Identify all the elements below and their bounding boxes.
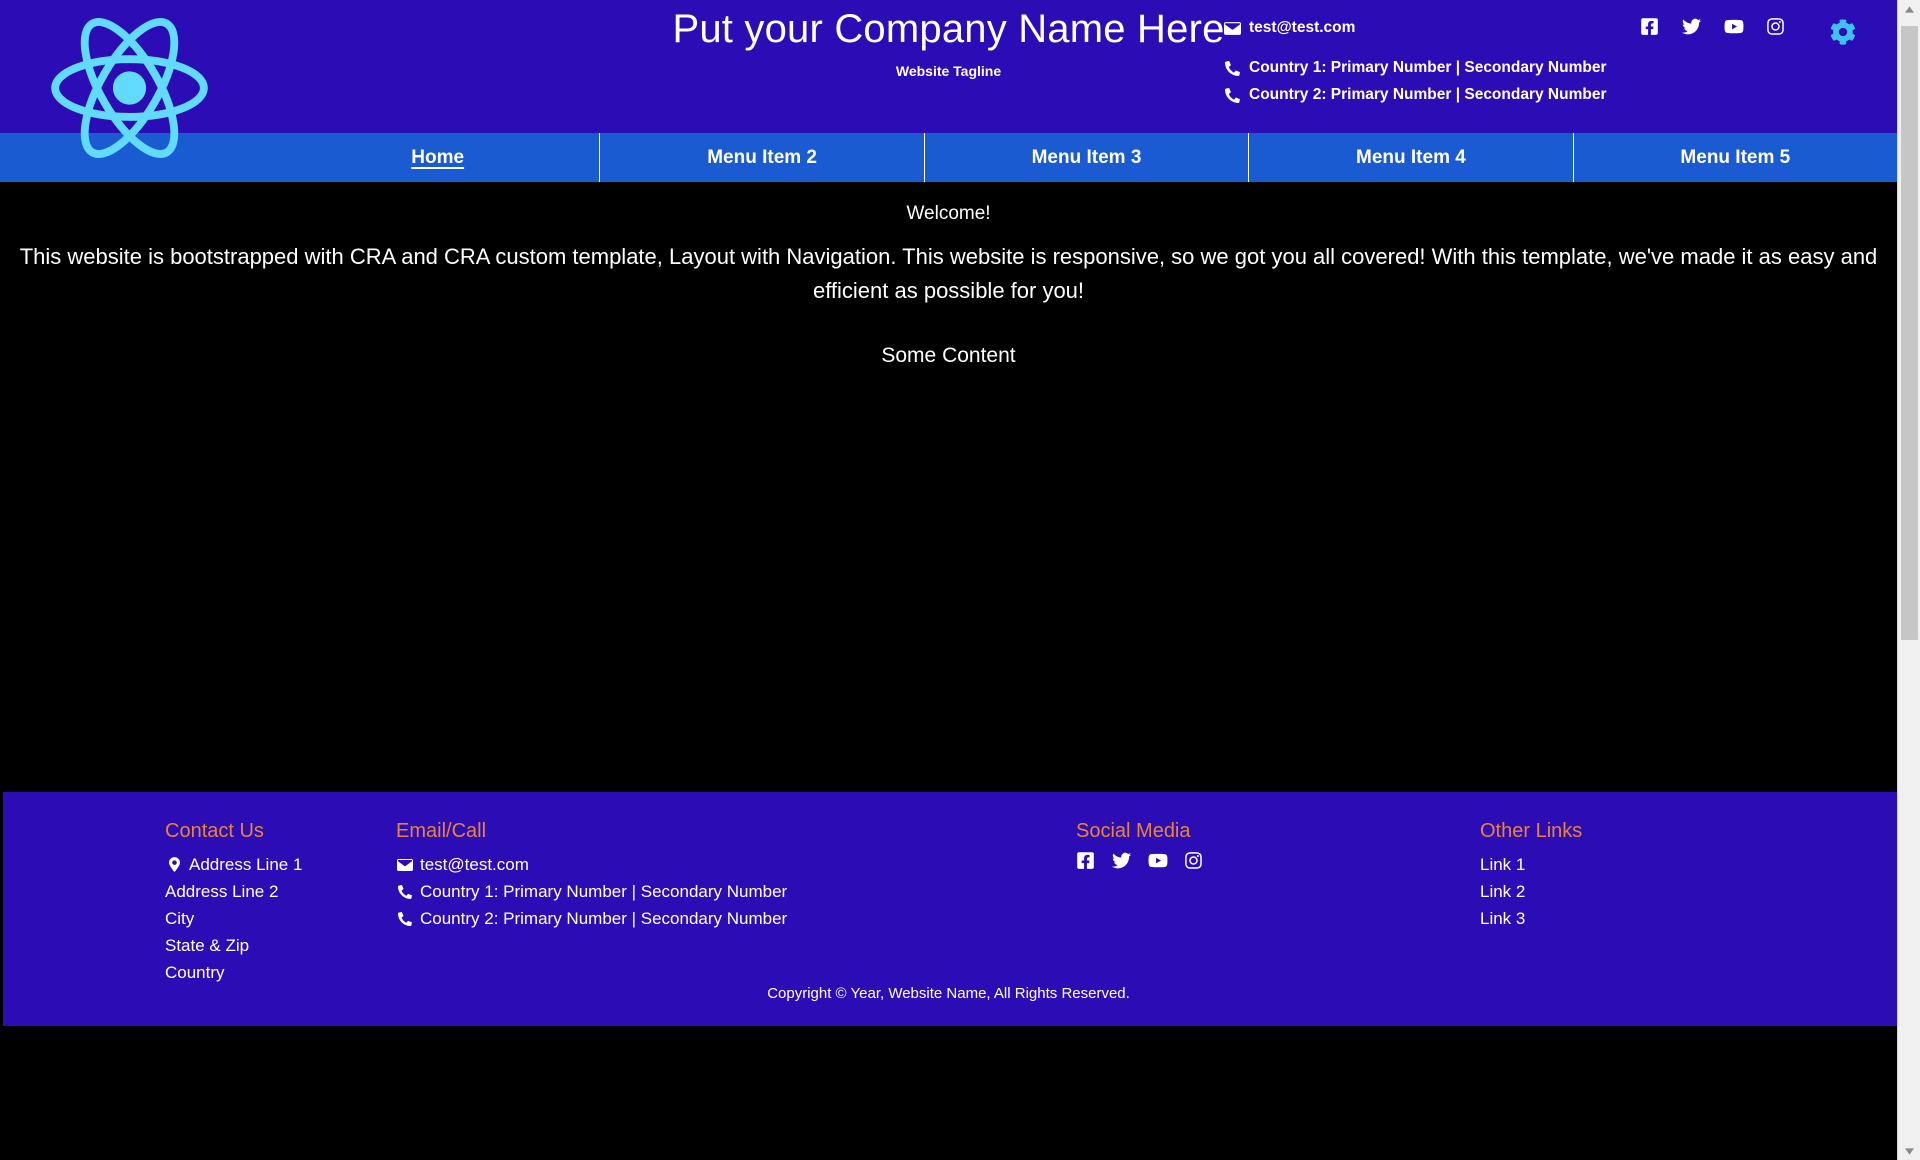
footer-phone-text-1: Country 1: Primary Number | Secondary Nu… xyxy=(420,882,788,901)
footer-columns: Contact Us Address Line 1 Address Line 2… xyxy=(0,818,1897,986)
nav-item-label: Menu Item 2 xyxy=(707,146,818,168)
header-social-links xyxy=(1640,17,1785,36)
facebook-icon[interactable] xyxy=(1640,17,1659,36)
twitter-icon[interactable] xyxy=(1111,851,1132,870)
youtube-icon[interactable] xyxy=(1724,17,1744,36)
footer-country-text: Country xyxy=(165,963,225,982)
footer-country: Country xyxy=(165,959,396,986)
nav-item-label: Menu Item 5 xyxy=(1680,146,1791,168)
footer-address-text-1: Address Line 1 xyxy=(189,855,303,874)
footer-heading-social-media: Social Media xyxy=(1076,820,1191,842)
site-header: Put your Company Name Here Website Tagli… xyxy=(0,0,1897,158)
phone-icon xyxy=(396,911,414,926)
browser-viewport: Put your Company Name Here Website Tagli… xyxy=(0,0,1897,1160)
footer-email-line[interactable]: test@test.com xyxy=(396,851,1076,878)
footer-phone-text-2: Country 2: Primary Number | Secondary Nu… xyxy=(420,909,788,928)
footer-column-social-media: Social Media xyxy=(1076,818,1480,870)
header-email-text: test@test.com xyxy=(1249,19,1356,36)
header-phone-text-2: Country 2: Primary Number | Secondary Nu… xyxy=(1249,86,1607,103)
nav-item-menu-item-5[interactable]: Menu Item 5 xyxy=(1572,133,1897,182)
website-tagline: Website Tagline xyxy=(895,63,1002,79)
footer-social-icons xyxy=(1076,851,1480,870)
footer-city: City xyxy=(165,905,396,932)
nav-item-label: Home xyxy=(411,146,465,168)
welcome-title: Welcome! xyxy=(906,203,991,224)
map-marker-icon xyxy=(165,857,183,872)
site-footer: Contact Us Address Line 1 Address Line 2… xyxy=(0,792,1897,1026)
footer-column-other-links: Other Links Link 1 Link 2 Link 3 xyxy=(1480,818,1897,932)
footer-address-line-2: Address Line 2 xyxy=(165,878,396,905)
footer-state-zip-text: State & Zip xyxy=(165,936,250,955)
footer-column-email-call: Email/Call test@test.com Country 1: Prim… xyxy=(396,818,1076,932)
envelope-icon xyxy=(396,858,414,871)
footer-address-line-1: Address Line 1 xyxy=(165,851,396,878)
content-filler xyxy=(14,370,1883,690)
footer-link-3[interactable]: Link 3 xyxy=(1480,905,1897,932)
header-phone-line-1[interactable]: Country 1: Primary Number | Secondary Nu… xyxy=(1222,56,1606,80)
company-name: Put your Company Name Here xyxy=(672,7,1225,51)
instagram-icon[interactable] xyxy=(1766,17,1785,36)
page-root: Put your Company Name Here Website Tagli… xyxy=(0,0,1920,1160)
facebook-icon[interactable] xyxy=(1076,851,1095,870)
react-logo-icon[interactable] xyxy=(42,8,217,168)
viewport-left-edge xyxy=(0,638,3,1160)
footer-address-text-2: Address Line 2 xyxy=(165,882,279,901)
footer-phone-line-2[interactable]: Country 2: Primary Number | Secondary Nu… xyxy=(396,905,1076,932)
main-navigation: Home Menu Item 2 Menu Item 3 Menu Item 4… xyxy=(0,133,1897,182)
footer-heading-contact: Contact Us xyxy=(165,820,264,842)
scroll-down-arrow-icon[interactable] xyxy=(1898,1142,1920,1160)
nav-item-label: Menu Item 3 xyxy=(1031,146,1142,168)
scroll-up-arrow-icon[interactable] xyxy=(1898,0,1920,18)
nav-item-menu-item-4[interactable]: Menu Item 4 xyxy=(1248,133,1572,182)
phone-icon xyxy=(1222,60,1242,76)
header-phone-line-2[interactable]: Country 2: Primary Number | Secondary Nu… xyxy=(1222,83,1606,107)
nav-item-menu-item-3[interactable]: Menu Item 3 xyxy=(923,133,1248,182)
youtube-icon[interactable] xyxy=(1148,851,1168,870)
header-contact-info: test@test.com Country 1: Primary Number … xyxy=(1222,16,1606,107)
copyright-text: Copyright © Year, Website Name, All Righ… xyxy=(767,985,1130,1002)
welcome-paragraph: This website is bootstrapped with CRA an… xyxy=(19,244,1878,303)
vertical-scrollbar[interactable] xyxy=(1897,0,1920,1160)
footer-state-zip: State & Zip xyxy=(165,932,396,959)
some-content-text: Some Content xyxy=(881,344,1016,367)
gear-icon[interactable] xyxy=(1830,19,1856,45)
footer-city-text: City xyxy=(165,909,195,928)
envelope-icon xyxy=(1222,21,1242,35)
instagram-icon[interactable] xyxy=(1184,851,1203,870)
header-title-block: Put your Company Name Here Website Tagli… xyxy=(0,6,1897,80)
footer-phone-line-1[interactable]: Country 1: Primary Number | Secondary Nu… xyxy=(396,878,1076,905)
scrollbar-thumb[interactable] xyxy=(1901,26,1918,640)
nav-item-home[interactable]: Home xyxy=(276,133,599,182)
phone-icon xyxy=(396,884,414,899)
nav-item-menu-item-2[interactable]: Menu Item 2 xyxy=(599,133,923,182)
twitter-icon[interactable] xyxy=(1681,17,1702,36)
phone-icon xyxy=(1222,87,1242,103)
footer-email-text: test@test.com xyxy=(420,855,529,874)
nav-item-label: Menu Item 4 xyxy=(1356,146,1466,168)
header-email-line[interactable]: test@test.com xyxy=(1222,16,1606,40)
footer-heading-other-links: Other Links xyxy=(1480,820,1583,842)
header-phone-text-1: Country 1: Primary Number | Secondary Nu… xyxy=(1249,59,1607,76)
footer-heading-email-call: Email/Call xyxy=(396,820,487,842)
footer-link-2[interactable]: Link 2 xyxy=(1480,878,1897,905)
footer-column-contact: Contact Us Address Line 1 Address Line 2… xyxy=(0,818,396,986)
main-content: Welcome! This website is bootstrapped wi… xyxy=(0,182,1897,792)
footer-link-1[interactable]: Link 1 xyxy=(1480,851,1897,878)
